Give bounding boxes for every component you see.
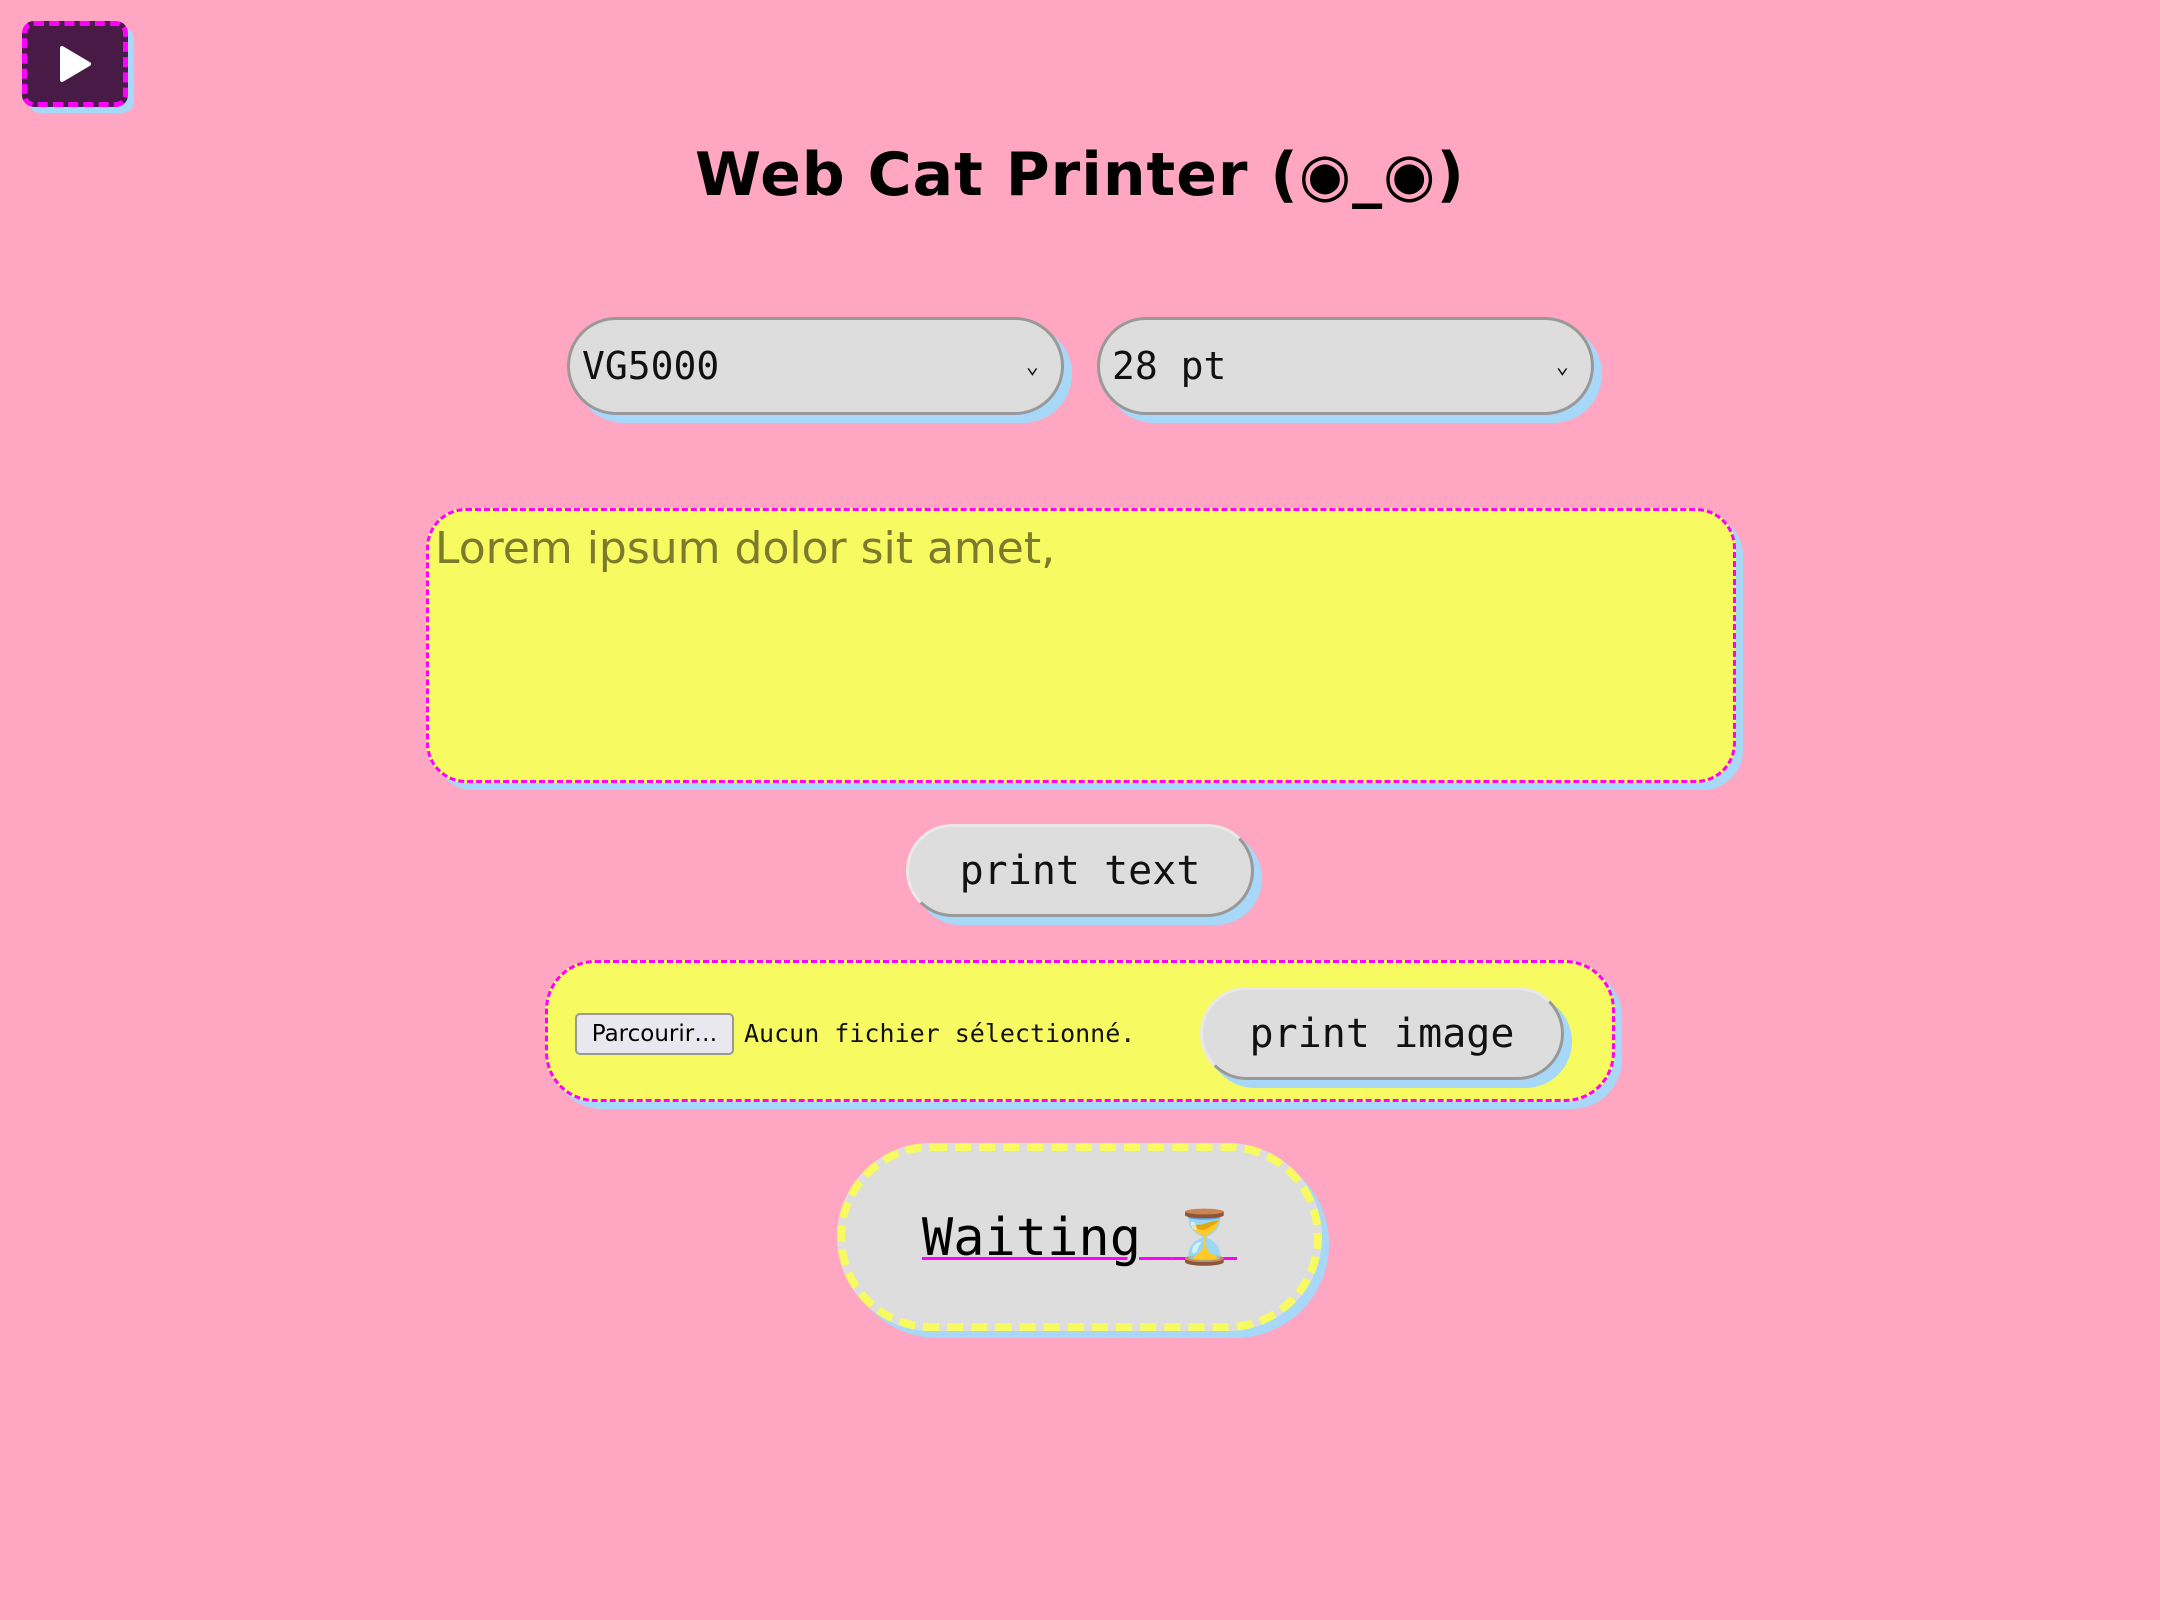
- hourglass-icon: ⏳: [1172, 1207, 1238, 1268]
- font-select-value: VG5000: [582, 344, 720, 388]
- chevron-down-icon: ⌄: [1025, 354, 1039, 379]
- file-status: Aucun fichier sélectionné.: [744, 1019, 1136, 1048]
- chevron-down-icon: ⌄: [1555, 354, 1569, 379]
- play-button[interactable]: [22, 21, 128, 107]
- size-select[interactable]: 28 pt ⌄: [1097, 317, 1594, 415]
- page-title: Web Cat Printer (◉_◉): [695, 140, 1465, 210]
- browse-button[interactable]: Parcourir…: [575, 1013, 734, 1055]
- text-input[interactable]: Lorem ipsum dolor sit amet,: [426, 508, 1736, 783]
- print-image-button[interactable]: print image: [1200, 987, 1564, 1080]
- image-upload-panel: Parcourir… Aucun fichier sélectionné. pr…: [545, 960, 1615, 1102]
- status-text: Waiting: [921, 1207, 1173, 1268]
- print-text-button[interactable]: print text: [906, 824, 1254, 917]
- status-badge: Waiting ⏳: [837, 1143, 1322, 1331]
- size-select-value: 28 pt: [1112, 344, 1227, 388]
- play-icon: [60, 46, 91, 82]
- font-select[interactable]: VG5000 ⌄: [567, 317, 1064, 415]
